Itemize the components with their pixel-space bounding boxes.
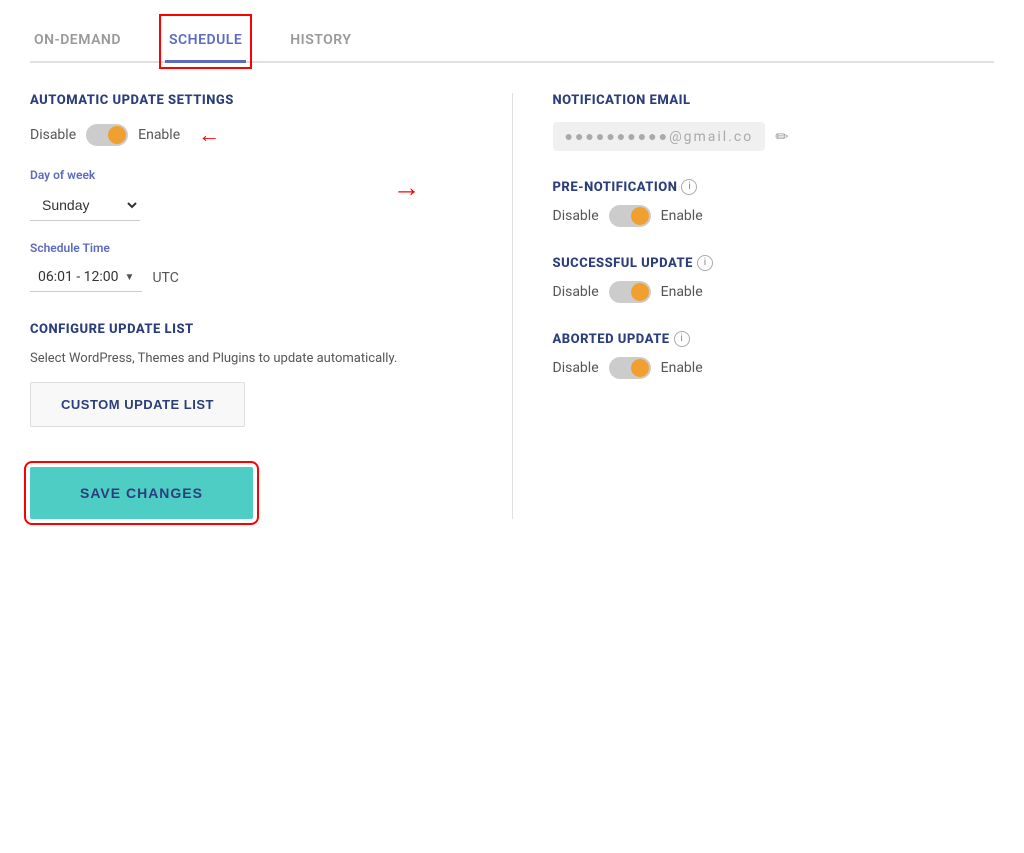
notification-email-title: NOTIFICATION EMAIL (553, 93, 995, 108)
pre-notification-info-icon: i (681, 179, 697, 195)
tab-schedule[interactable]: SCHEDULE (165, 20, 246, 63)
configure-title: CONFIGURE UPDATE LIST (30, 322, 472, 337)
edit-email-icon[interactable]: ✏ (775, 127, 788, 146)
successful-update-info-icon: i (697, 255, 713, 271)
auto-update-title: AUTOMATIC UPDATE SETTINGS (30, 93, 472, 108)
left-column: AUTOMATIC UPDATE SETTINGS Disable Enable… (30, 93, 513, 519)
pre-notification-toggle[interactable] (609, 205, 651, 227)
aborted-disable-label: Disable (553, 360, 599, 376)
pre-notification-toggle-row: Disable Enable (553, 205, 995, 227)
email-row: ●●●●●●●●●●@gmail.co ✏ (553, 122, 995, 151)
successful-update-title: SUCCESSFUL UPDATE (553, 256, 693, 271)
pre-notification-title-row: → PRE-NOTIFICATION i (553, 179, 995, 195)
aborted-update-toggle-row: Disable Enable (553, 357, 995, 379)
auto-update-enable-label: Enable (138, 127, 180, 143)
arrow-annotation-icon: ← (198, 122, 220, 148)
time-value-display[interactable]: 06:01 - 12:00 ▼ (30, 263, 142, 292)
successful-update-toggle[interactable] (609, 281, 651, 303)
schedule-time-label: Schedule Time (30, 241, 472, 255)
pre-notif-disable-label: Disable (553, 208, 599, 224)
right-column: NOTIFICATION EMAIL ●●●●●●●●●●@gmail.co ✏… (513, 93, 995, 519)
tab-history[interactable]: HISTORY (286, 20, 355, 63)
notification-email-section: NOTIFICATION EMAIL ●●●●●●●●●●@gmail.co ✏ (553, 93, 995, 151)
pre-notif-arrow-icon: → (393, 171, 421, 204)
successful-update-toggle-row: Disable Enable (553, 281, 995, 303)
tabs-container: ON-DEMAND SCHEDULE HISTORY (30, 20, 994, 63)
main-layout: AUTOMATIC UPDATE SETTINGS Disable Enable… (30, 93, 994, 519)
toggle-knob (108, 126, 126, 144)
day-of-week-select[interactable]: Sunday Monday Tuesday Wednesday Thursday… (30, 190, 140, 221)
successful-update-title-row: SUCCESSFUL UPDATE i (553, 255, 995, 271)
pre-notification-section: → PRE-NOTIFICATION i Disable Enable (553, 179, 995, 227)
custom-update-list-button[interactable]: CUSTOM UPDATE LIST (30, 382, 245, 427)
email-blurred-value: ●●●●●●●●●●@gmail.co (553, 122, 766, 151)
pre-notification-title: PRE-NOTIFICATION (553, 180, 678, 195)
aborted-update-toggle[interactable] (609, 357, 651, 379)
email-prefix: ●●●●●●●●●● (565, 129, 670, 145)
save-button-wrapper: SAVE CHANGES (30, 467, 472, 519)
schedule-time-section: Schedule Time 06:01 - 12:00 ▼ UTC (30, 241, 472, 292)
successful-disable-label: Disable (553, 284, 599, 300)
toggle-knob (631, 207, 649, 225)
successful-update-section: SUCCESSFUL UPDATE i Disable Enable (553, 255, 995, 303)
email-suffix: @gmail.co (669, 129, 753, 145)
aborted-update-section: ABORTED UPDATE i Disable Enable (553, 331, 995, 379)
auto-update-toggle-row: Disable Enable ← (30, 122, 472, 148)
pre-notif-enable-label: Enable (661, 208, 703, 224)
auto-update-toggle[interactable] (86, 124, 128, 146)
schedule-time-field: 06:01 - 12:00 ▼ UTC (30, 263, 472, 292)
aborted-update-title: ABORTED UPDATE (553, 332, 670, 347)
aborted-enable-label: Enable (661, 360, 703, 376)
time-text: 06:01 - 12:00 (38, 269, 119, 285)
auto-update-disable-label: Disable (30, 127, 76, 143)
toggle-knob (631, 283, 649, 301)
successful-enable-label: Enable (661, 284, 703, 300)
configure-update-section: CONFIGURE UPDATE LIST Select WordPress, … (30, 322, 472, 427)
chevron-down-icon: ▼ (125, 272, 135, 283)
tab-on-demand[interactable]: ON-DEMAND (30, 20, 125, 63)
save-changes-button[interactable]: SAVE CHANGES (30, 467, 253, 519)
configure-desc: Select WordPress, Themes and Plugins to … (30, 351, 472, 366)
aborted-update-title-row: ABORTED UPDATE i (553, 331, 995, 347)
utc-label: UTC (152, 270, 178, 286)
aborted-update-info-icon: i (674, 331, 690, 347)
toggle-knob (631, 359, 649, 377)
